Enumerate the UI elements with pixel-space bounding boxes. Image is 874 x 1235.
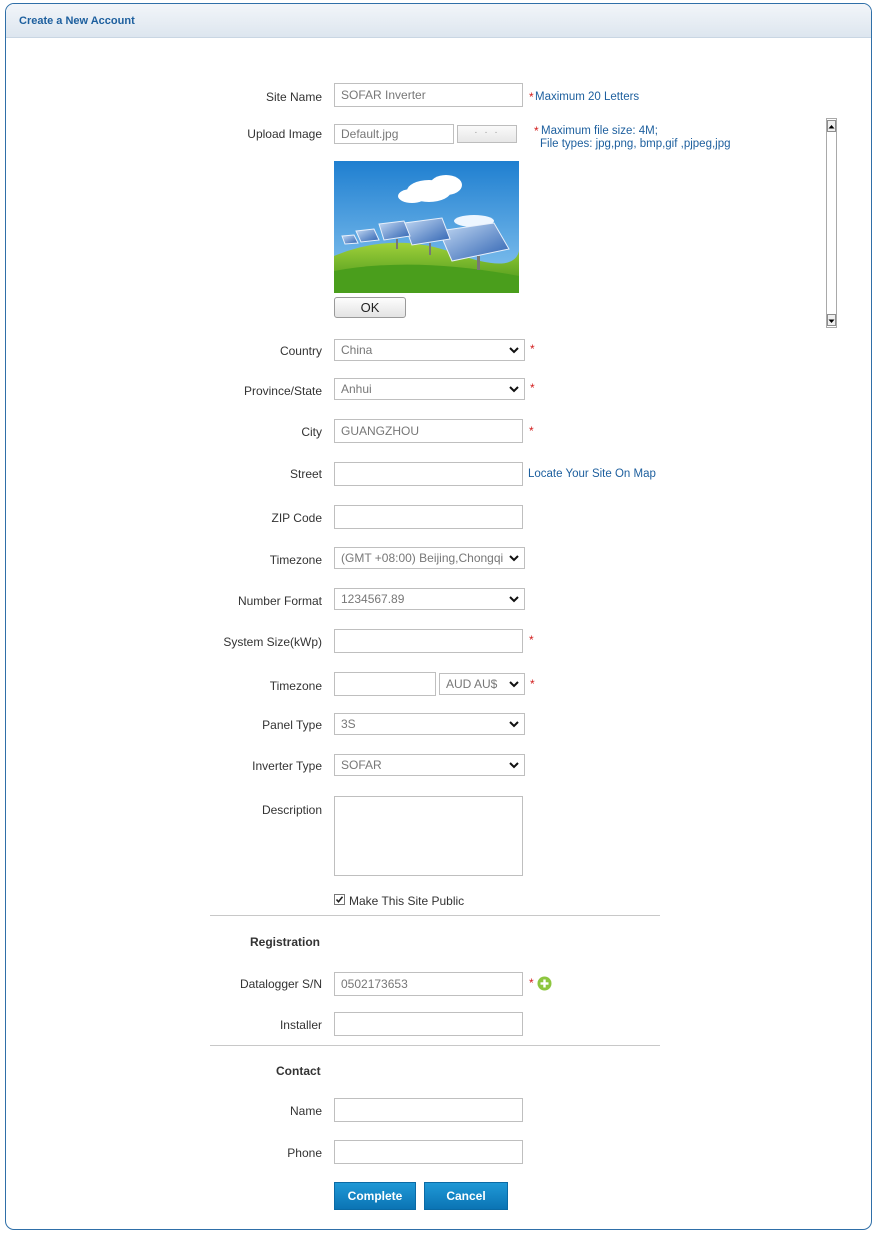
currency-value: AUD AU$ — [446, 677, 498, 691]
required-mark: * — [530, 381, 535, 395]
country-value: China — [341, 343, 373, 357]
required-mark: * — [529, 633, 534, 647]
site-image-preview — [334, 161, 519, 293]
system-size-input[interactable] — [334, 629, 523, 653]
province-label: Province/State — [243, 384, 322, 398]
inverter-type-label: Inverter Type — [252, 759, 322, 773]
zip-input[interactable] — [334, 505, 523, 529]
province-value: Anhui — [341, 382, 372, 396]
chevron-down-icon — [509, 596, 519, 603]
chevron-down-icon — [509, 721, 519, 728]
required-mark: * — [530, 677, 535, 691]
installer-input[interactable] — [334, 1012, 523, 1036]
site-name-input[interactable]: SOFAR Inverter — [334, 83, 523, 107]
divider — [210, 1045, 660, 1046]
city-label: City — [301, 425, 322, 439]
make-public-label: Make This Site Public — [349, 894, 465, 908]
panel-type-value: 3S — [341, 717, 356, 731]
chevron-down-icon — [509, 555, 519, 562]
number-format-value: 1234567.89 — [341, 592, 405, 606]
cancel-button[interactable]: Cancel — [424, 1182, 508, 1210]
panel-header: Create a New Account — [6, 4, 871, 38]
installer-label: Installer — [279, 1018, 322, 1032]
inverter-type-select[interactable]: SOFAR — [334, 754, 525, 776]
street-label: Street — [289, 467, 322, 481]
country-select[interactable]: China — [334, 339, 525, 361]
inverter-type-value: SOFAR — [341, 758, 382, 772]
city-input[interactable]: GUANGZHOU — [334, 419, 523, 443]
required-mark: * — [529, 976, 534, 990]
description-textarea[interactable] — [334, 796, 523, 876]
ok-button[interactable]: OK — [334, 297, 406, 318]
contact-heading: Contact — [276, 1064, 321, 1078]
number-format-select[interactable]: 1234567.89 — [334, 588, 525, 610]
required-mark: * — [529, 424, 534, 438]
required-mark: * — [534, 124, 539, 138]
scroll-down-icon[interactable] — [827, 314, 836, 326]
street-input[interactable] — [334, 462, 523, 486]
chevron-down-icon — [509, 681, 519, 688]
registration-heading: Registration — [250, 935, 321, 949]
site-name-note: Maximum 20 Letters — [535, 91, 640, 103]
upload-types-note: File types: jpg,png, bmp,gif ,pjpeg,jpg — [540, 138, 731, 150]
timezone-value: (GMT +08:00) Beijing,Chongqi — [341, 551, 504, 565]
contact-phone-input[interactable] — [334, 1140, 523, 1164]
zip-label: ZIP Code — [271, 511, 322, 525]
checkmark-icon — [335, 896, 344, 904]
upload-file-input[interactable]: Default.jpg — [334, 124, 454, 144]
timezone-select[interactable]: (GMT +08:00) Beijing,Chongqi — [334, 547, 525, 569]
currency-label: Timezone — [269, 679, 322, 693]
panel-type-select[interactable]: 3S — [334, 713, 525, 735]
chevron-down-icon — [509, 762, 519, 769]
required-mark: * — [530, 342, 535, 356]
chevron-down-icon — [509, 386, 519, 393]
number-format-label: Number Format — [237, 594, 322, 608]
contact-name-input[interactable] — [334, 1098, 523, 1122]
chevron-down-icon — [509, 347, 519, 354]
browse-button[interactable]: · · · — [457, 125, 517, 143]
complete-button[interactable]: Complete — [334, 1182, 416, 1210]
site-name-label: Site Name — [265, 90, 322, 104]
page-title: Create a New Account — [19, 15, 135, 27]
datalogger-label: Datalogger S/N — [239, 977, 322, 991]
description-label: Description — [261, 803, 322, 817]
locate-on-map-link[interactable]: Locate Your Site On Map — [528, 468, 656, 480]
upload-size-note: Maximum file size: 4M; — [541, 125, 658, 137]
contact-name-label: Name — [289, 1104, 322, 1118]
divider — [210, 915, 660, 916]
make-public-checkbox[interactable] — [334, 894, 345, 905]
upload-image-label: Upload Image — [247, 127, 322, 141]
add-datalogger-icon[interactable] — [537, 976, 552, 991]
required-mark: * — [529, 90, 534, 104]
panel-type-label: Panel Type — [262, 718, 322, 732]
price-input[interactable] — [334, 672, 436, 696]
country-label: Country — [279, 344, 322, 358]
scroll-up-icon[interactable] — [827, 120, 836, 132]
scrollbar[interactable] — [826, 118, 837, 328]
province-select[interactable]: Anhui — [334, 378, 525, 400]
currency-select[interactable]: AUD AU$ — [439, 673, 525, 695]
timezone-label: Timezone — [269, 553, 322, 567]
contact-phone-label: Phone — [287, 1146, 322, 1160]
datalogger-input[interactable]: 0502173653 — [334, 972, 523, 996]
system-size-label: System Size(kWp) — [223, 635, 322, 649]
